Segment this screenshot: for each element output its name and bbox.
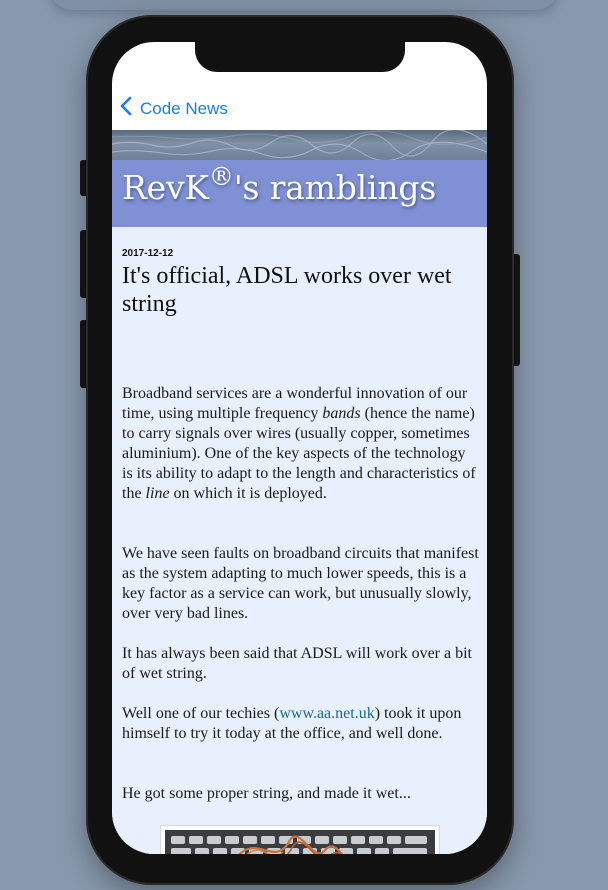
site-title: RevK®'s ramblings bbox=[122, 162, 437, 207]
paragraph-1-emphasis-line: line bbox=[145, 485, 170, 502]
paragraph-1-text-e: on which it is deployed. bbox=[169, 485, 327, 502]
post-title: It's official, ADSL works over wet strin… bbox=[122, 263, 452, 317]
paragraph-1: Broadband services are a wonderful innov… bbox=[122, 384, 480, 504]
aa-net-link[interactable]: www.aa.net.uk bbox=[279, 705, 374, 722]
paragraph-1-emphasis-bands: bands bbox=[322, 405, 361, 422]
phone-screen: Code News RevK®'s ramblings 2017-12-12 I… bbox=[112, 42, 487, 854]
navigation-bar: Code News bbox=[112, 88, 487, 130]
paragraph-4: Well one of our techies (www.aa.net.uk) … bbox=[122, 704, 480, 744]
paragraph-3: It has always been said that ADSL will w… bbox=[122, 645, 472, 682]
back-button[interactable]: Code News bbox=[120, 96, 228, 121]
back-button-label: Code News bbox=[140, 98, 228, 118]
phone-frame: Code News RevK®'s ramblings 2017-12-12 I… bbox=[86, 15, 514, 885]
registered-mark: ® bbox=[208, 162, 234, 191]
keyboard-string-photo bbox=[165, 830, 435, 854]
banner-title-band: RevK®'s ramblings bbox=[112, 160, 487, 227]
notch bbox=[195, 42, 405, 72]
window-top-shadow bbox=[50, 0, 558, 10]
paragraph-2: We have seen faults on broadband circuit… bbox=[122, 545, 479, 622]
banner-sea-image bbox=[112, 130, 487, 160]
post-date: 2017-12-12 bbox=[122, 248, 174, 259]
paragraph-4-text-a: Well one of our techies ( bbox=[122, 705, 280, 722]
post-content[interactable]: 2017-12-12 It's official, ADSL works ove… bbox=[112, 227, 487, 854]
site-title-suffix: 's ramblings bbox=[233, 168, 437, 207]
site-banner: RevK®'s ramblings bbox=[112, 130, 487, 227]
post-image-frame[interactable] bbox=[160, 825, 440, 854]
paragraph-5: He got some proper string, and made it w… bbox=[122, 785, 411, 802]
site-title-main: RevK bbox=[122, 168, 209, 207]
chevron-left-icon bbox=[120, 96, 140, 121]
